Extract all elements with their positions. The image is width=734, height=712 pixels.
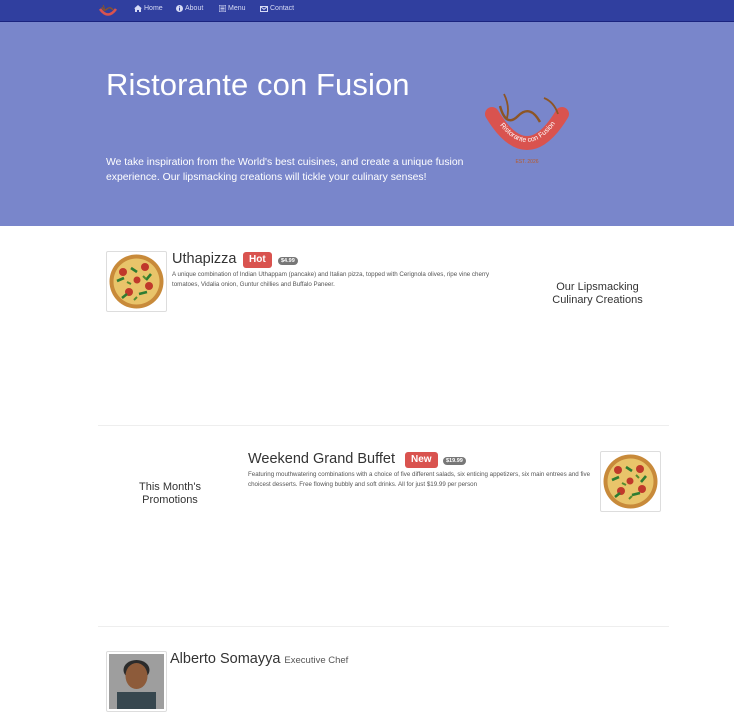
promotion-thumbnail[interactable] [600, 451, 661, 512]
nav-menu[interactable]: Menu [219, 5, 246, 12]
promotion-name: Weekend Grand Buffet [248, 451, 395, 467]
restaurant-logo: Ristorante con Fusion EST. 2026 [484, 84, 570, 168]
nav-about[interactable]: About [176, 5, 203, 12]
dish-section-heading: Our Lipsmacking Culinary Creations [552, 281, 643, 306]
leader-thumbnail[interactable] [106, 651, 167, 712]
nav-about-label: About [185, 5, 204, 12]
dish-description: A unique combination of Indian Uthappam … [172, 271, 490, 288]
home-icon [134, 5, 142, 12]
section-divider [98, 425, 669, 426]
promotion-description: Featuring mouthwatering combinations wit… [248, 471, 591, 488]
info-icon [176, 5, 183, 12]
pizza-image-icon [109, 254, 164, 309]
buffet-image-icon [603, 454, 658, 509]
leader-designation: Executive Chef [284, 655, 349, 666]
dish-price-badge: $4.99 [278, 257, 298, 265]
dish-name: Uthapizza [172, 251, 237, 267]
nav-menu-label: Menu [228, 5, 246, 12]
nav-contact-label: Contact [270, 5, 295, 12]
hot-label: Hot [243, 252, 272, 268]
nav-contact[interactable]: Contact [260, 5, 294, 12]
promotion-section-heading: This Month's Promotions [138, 481, 201, 506]
brand-logo-icon[interactable] [98, 3, 118, 19]
nav-home-label: Home [144, 5, 163, 12]
tagline: We take inspiration from the World's bes… [106, 157, 464, 183]
person-photo-icon [109, 654, 164, 709]
promotion-price-badge: $19.99 [443, 457, 466, 465]
leader-name: Alberto Somayya [170, 651, 281, 667]
jumbotron: Ristorante con Fusion We take inspiratio… [0, 22, 734, 226]
nav-home[interactable]: Home [134, 5, 163, 12]
list-icon [219, 5, 226, 12]
navbar: Home About Menu Contact [0, 0, 734, 22]
leader-heading: Alberto Somayya Executive Chef [170, 651, 348, 667]
section-divider [98, 626, 669, 627]
envelope-icon [260, 5, 268, 12]
dish-thumbnail[interactable] [106, 251, 167, 312]
site-title: Ristorante con Fusion [106, 67, 410, 102]
logo-est-text: EST. 2026 [515, 159, 538, 165]
new-label: New [405, 452, 438, 468]
